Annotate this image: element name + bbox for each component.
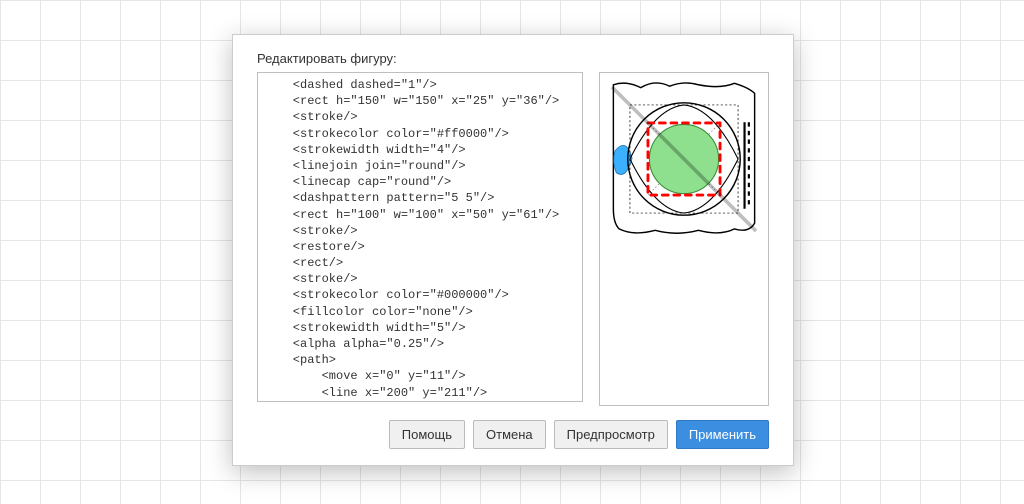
apply-button[interactable]: Применить <box>676 420 769 449</box>
dialog-button-row: Помощь Отмена Предпросмотр Применить <box>257 420 769 449</box>
preview-button[interactable]: Предпросмотр <box>554 420 668 449</box>
help-button[interactable]: Помощь <box>389 420 465 449</box>
shape-preview-pane <box>599 72 769 406</box>
shape-preview <box>609 79 759 229</box>
cancel-button[interactable]: Отмена <box>473 420 546 449</box>
dialog-title: Редактировать фигуру: <box>257 51 769 66</box>
shape-xml-editor[interactable]: <dashed dashed="1"/> <rect h="150" w="15… <box>257 72 583 402</box>
edit-shape-dialog: Редактировать фигуру: <dashed dashed="1"… <box>232 34 794 466</box>
